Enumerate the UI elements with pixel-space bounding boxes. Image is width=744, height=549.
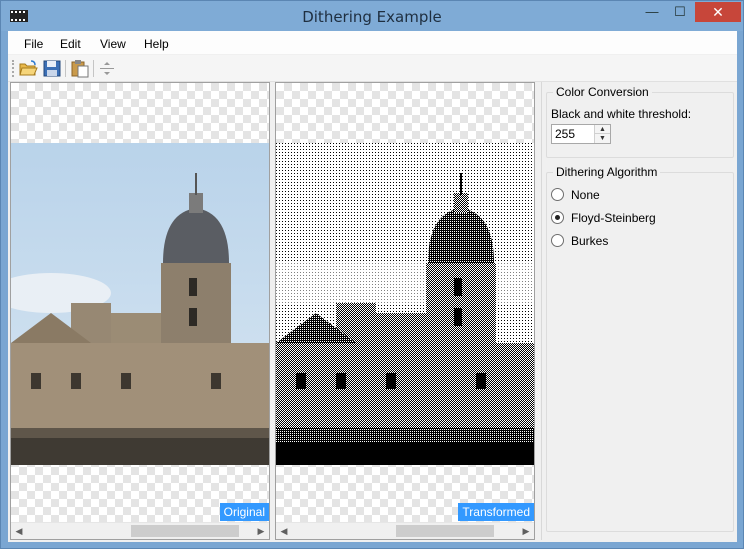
scroll-left-arrow-icon[interactable]: ◀ <box>276 523 292 539</box>
threshold-label: Black and white threshold: <box>551 107 692 121</box>
radio-button-selected[interactable] <box>551 211 564 224</box>
radio-button[interactable] <box>551 188 564 201</box>
original-photo <box>11 143 269 465</box>
color-conversion-group: Color Conversion Black and white thresho… <box>546 85 734 158</box>
scroll-thumb[interactable] <box>396 525 494 537</box>
dithering-algorithm-group: Dithering Algorithm None Floyd-Steinberg… <box>546 165 734 532</box>
threshold-value[interactable]: 255 <box>555 127 575 141</box>
menu-bar: File Edit View Help <box>8 31 737 55</box>
original-horizontal-scrollbar[interactable]: ◀ ▶ <box>11 522 269 539</box>
threshold-spinner[interactable]: 255 ▲ ▼ <box>551 124 611 144</box>
app-window: Dithering Example — ☐ ✕ File Edit View H… <box>0 0 744 549</box>
toolbar-separator <box>65 60 66 77</box>
menu-view[interactable]: View <box>100 37 126 51</box>
open-folder-icon[interactable] <box>18 59 38 78</box>
transformed-photo <box>276 143 534 465</box>
transformed-caption: Transformed <box>458 503 534 521</box>
transformed-image-pane[interactable]: Transformed ◀ ▶ <box>275 82 535 540</box>
settings-panel: Color Conversion Black and white thresho… <box>541 82 737 540</box>
radio-label[interactable]: None <box>571 188 600 202</box>
paste-clipboard-icon[interactable] <box>70 59 90 78</box>
title-bar[interactable]: Dithering Example — ☐ ✕ <box>1 1 743 31</box>
dithering-algorithm-title: Dithering Algorithm <box>553 165 661 179</box>
menu-file[interactable]: File <box>24 37 43 51</box>
client-area: File Edit View Help Original ◀ ▶ Transfo… <box>8 31 737 542</box>
save-disk-icon[interactable] <box>42 59 62 78</box>
original-image-pane[interactable]: Original ◀ ▶ <box>10 82 270 540</box>
close-button[interactable]: ✕ <box>695 2 741 22</box>
menu-help[interactable]: Help <box>144 37 169 51</box>
radio-label[interactable]: Floyd-Steinberg <box>571 211 656 225</box>
toolbar <box>8 55 737 82</box>
scroll-right-arrow-icon[interactable]: ▶ <box>518 523 534 539</box>
scroll-left-arrow-icon[interactable]: ◀ <box>11 523 27 539</box>
window-title: Dithering Example <box>302 8 442 26</box>
menu-edit[interactable]: Edit <box>60 37 81 51</box>
scroll-thumb[interactable] <box>131 525 239 537</box>
original-caption: Original <box>219 503 269 521</box>
toolbar-separator <box>93 60 94 77</box>
minimize-button[interactable]: — <box>639 2 665 22</box>
spinner-buttons: ▲ ▼ <box>594 125 610 143</box>
toolbar-grip[interactable] <box>12 60 14 77</box>
spinner-up-arrow-icon[interactable]: ▲ <box>595 125 610 134</box>
maximize-button[interactable]: ☐ <box>667 2 693 22</box>
color-conversion-title: Color Conversion <box>553 85 652 99</box>
radio-label[interactable]: Burkes <box>571 234 608 248</box>
transformed-horizontal-scrollbar[interactable]: ◀ ▶ <box>276 522 534 539</box>
split-icon[interactable] <box>97 59 117 78</box>
scroll-right-arrow-icon[interactable]: ▶ <box>253 523 269 539</box>
spinner-down-arrow-icon[interactable]: ▼ <box>595 134 610 143</box>
radio-button[interactable] <box>551 234 564 247</box>
